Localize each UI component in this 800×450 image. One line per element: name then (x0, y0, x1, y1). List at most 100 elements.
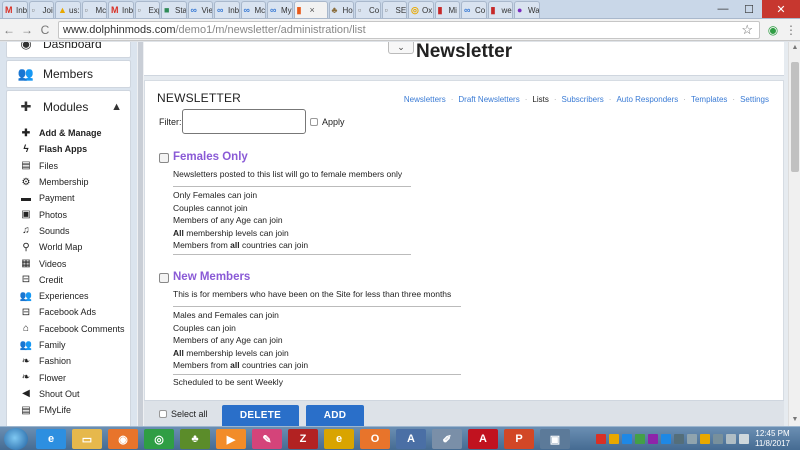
browser-tab[interactable]: ▮we× (487, 1, 513, 18)
sidebar-subitem[interactable]: ▤ FMyLife (7, 402, 130, 418)
subnav-link[interactable]: Templates (691, 95, 727, 104)
subnav-link[interactable]: Newsletters (404, 95, 446, 104)
tray-icon[interactable] (661, 434, 671, 444)
tray-icon[interactable] (687, 434, 697, 444)
browser-tab[interactable]: ▫SE× (381, 1, 407, 18)
sidebar-subitem[interactable]: ♫ Sounds (7, 223, 130, 239)
browser-tab[interactable]: ∞Mc× (240, 1, 266, 18)
bookmark-star-icon[interactable]: ☆ (741, 22, 753, 38)
select-all-checkbox[interactable] (159, 410, 167, 418)
sidebar-subitem[interactable]: ⊟ Credit (7, 272, 130, 288)
browser-tab[interactable]: ▮ × (293, 1, 328, 18)
tray-icon[interactable] (674, 434, 684, 444)
ie-icon[interactable]: e (36, 429, 66, 449)
forward-icon[interactable]: → (18, 23, 36, 37)
list-name[interactable]: New Members (173, 271, 250, 283)
sidebar-subitem[interactable]: ❧ Fashion (7, 353, 130, 369)
ecma-icon[interactable]: e (324, 429, 354, 449)
close-window-button[interactable]: ✕ (762, 0, 800, 18)
browser-tab[interactable]: MInb× (108, 1, 134, 18)
firefox-icon[interactable]: ◉ (108, 429, 138, 449)
sidebar-subitem[interactable]: ▦ Videos (7, 255, 130, 271)
sidebar-subitem[interactable]: ❧ Flower (7, 369, 130, 385)
explorer-icon[interactable]: ▭ (72, 429, 102, 449)
tray-icon[interactable] (713, 434, 723, 444)
frog-icon[interactable]: ♣ (180, 429, 210, 449)
tray-icon[interactable] (700, 434, 710, 444)
menu-icon[interactable]: ⋮ (782, 23, 800, 37)
tray-icon[interactable] (635, 434, 645, 444)
browser-tab[interactable]: MInb× (2, 1, 28, 18)
list-name[interactable]: Females Only (173, 151, 248, 163)
subnav-link[interactable]: Auto Responders (616, 95, 678, 104)
page-scrollbar[interactable]: ▲ ▼ (788, 42, 800, 426)
browser-tab[interactable]: ▫Exp× (134, 1, 160, 18)
scroll-up-icon[interactable]: ▲ (789, 42, 800, 54)
browser-tab[interactable]: ▮ Mi× (434, 1, 460, 18)
sidebar-item-dashboard[interactable]: ◉ Dashboard (6, 42, 131, 58)
tray-icon[interactable] (622, 434, 632, 444)
clock[interactable]: 12:45 PM 11/8/2017 (755, 429, 790, 449)
browser-tab[interactable]: ∞My× (267, 1, 293, 18)
add-button[interactable]: ADD (306, 405, 364, 426)
subnav-link[interactable]: Subscribers (562, 95, 604, 104)
browser-tab[interactable]: ◎Ox× (408, 1, 434, 18)
filezilla-icon[interactable]: Z (288, 429, 318, 449)
browser-tab[interactable]: ▫Mc× (81, 1, 107, 18)
sidebar-subitem[interactable]: ◀ Shout Out (7, 386, 130, 402)
pen-icon[interactable]: ✐ (432, 429, 462, 449)
chevron-down-icon[interactable]: ⌄ (388, 42, 414, 54)
network-icon[interactable]: ▣ (540, 429, 570, 449)
browser-tab[interactable]: ▫Co× (355, 1, 381, 18)
maximize-button[interactable]: ☐ (736, 0, 762, 18)
sidebar-item-members[interactable]: 👥 Members (6, 60, 131, 88)
tray-icon[interactable] (609, 434, 619, 444)
subnav-link[interactable]: Draft Newsletters (458, 95, 519, 104)
filter-input[interactable] (182, 109, 306, 134)
sidebar-subitem[interactable]: ⊟ Facebook Ads (7, 304, 130, 320)
back-icon[interactable]: ← (0, 23, 18, 37)
tray-icon[interactable] (596, 434, 606, 444)
chevron-up-icon[interactable]: ▲ (111, 101, 122, 113)
tray-icon[interactable] (739, 434, 749, 444)
sidebar-subitem[interactable]: ▣ Photos (7, 206, 130, 222)
close-tab-icon[interactable]: × (459, 5, 460, 15)
tray-icon[interactable] (648, 434, 658, 444)
reload-icon[interactable]: C (36, 23, 54, 37)
browser-tab[interactable]: ♣Ho× (328, 1, 354, 18)
sidebar-subitem[interactable]: ⚲ World Map (7, 239, 130, 255)
subnav-link[interactable]: Settings (740, 95, 769, 104)
extension-icon[interactable]: ◉ (764, 23, 782, 37)
minimize-button[interactable]: — (710, 0, 736, 18)
media-icon[interactable]: ▶ (216, 429, 246, 449)
browser-tab[interactable]: ▲us:× (55, 1, 81, 18)
acrobat-icon[interactable]: A (468, 429, 498, 449)
sidebar-subitem[interactable]: ✚ Add & Manage (7, 125, 130, 141)
apply-checkbox[interactable] (310, 118, 318, 126)
sidebar-scrollbar[interactable] (137, 42, 144, 426)
powerpoint-icon[interactable]: P (504, 429, 534, 449)
list-checkbox[interactable] (159, 273, 169, 283)
start-button[interactable] (4, 428, 28, 450)
sidebar-subitem[interactable]: ϟ Flash Apps (7, 141, 130, 157)
close-tab-icon[interactable]: × (310, 5, 315, 15)
outlook-icon[interactable]: O (360, 429, 390, 449)
browser-tab[interactable]: ▫Joi× (28, 1, 54, 18)
list-checkbox[interactable] (159, 153, 169, 163)
sidebar-subitem[interactable]: 👥 Experiences (7, 288, 130, 304)
subnav-link[interactable]: Lists (532, 95, 548, 104)
tray-icon[interactable] (726, 434, 736, 444)
font-icon[interactable]: A (396, 429, 426, 449)
browser-tab[interactable]: ■Sta× (161, 1, 187, 18)
sidebar-subitem[interactable]: 👥 Family (7, 337, 130, 353)
sidebar-subitem[interactable]: ▬ Payment (7, 190, 130, 206)
browser-tab[interactable]: ∞Vie× (187, 1, 213, 18)
paint-icon[interactable]: ✎ (252, 429, 282, 449)
browser-tab[interactable]: ∞ Co × (461, 1, 487, 18)
delete-button[interactable]: DELETE (222, 405, 299, 426)
scroll-down-icon[interactable]: ▼ (789, 414, 800, 426)
browser-tab[interactable]: ●Wa× (514, 1, 540, 18)
browser-tab[interactable]: ∞Inb× (214, 1, 240, 18)
sidebar-subitem[interactable]: ⌂ Facebook Comments (7, 321, 130, 337)
sidebar-subitem[interactable]: ⚙ Membership (7, 174, 130, 190)
